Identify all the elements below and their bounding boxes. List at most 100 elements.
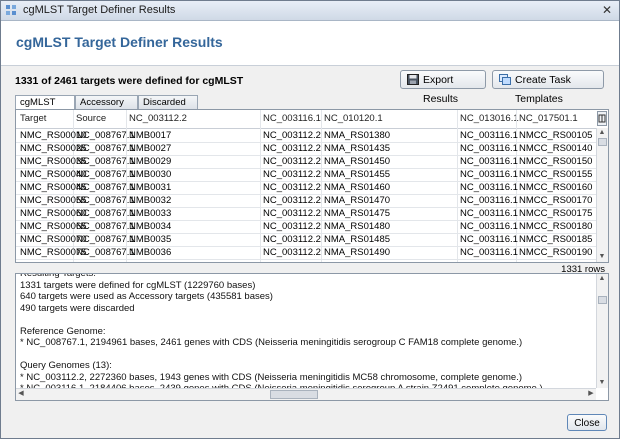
table-cell: NMCC_RS00155 [519,169,593,180]
table-cell: NC_003116.1 [460,156,518,167]
column-header-nc017501[interactable]: NC_017501.1 [519,113,578,124]
scroll-right-icon[interactable]: ▶ [586,389,596,399]
log-vertical-scrollbar[interactable]: ▲ ▼ [596,274,608,388]
disk-icon [407,74,419,85]
table-row[interactable]: NMC_RS00070 NC_008767.1 NMB0035 NC_003112.2… [16,233,596,246]
column-header-nc010120[interactable]: NC_010120.1 [324,113,383,124]
table-cell: NMA_RS01380 [324,130,391,141]
scroll-thumb[interactable] [598,138,607,146]
table-cell: NC_003112.2 [263,169,321,180]
log-line: * NC_008767.1, 2194961 bases, 2461 genes… [20,337,523,348]
table-cell: NMB0033 [129,208,172,219]
scroll-down-icon[interactable]: ▼ [597,378,607,388]
table-row[interactable]: NMC_RS00045 NC_008767.1 NMB0031 NC_003112.2… [16,181,596,194]
columns-icon [598,114,606,123]
table-cell: NC_008767.1 [76,156,135,167]
table-vertical-scrollbar[interactable]: ▲ ▼ [596,128,608,262]
table-cell: NMB0030 [129,169,172,180]
table-cell: NMCC_RS00190 [519,247,593,258]
table-cell: NC_003112.2 [263,156,321,167]
scroll-down-icon[interactable]: ▼ [597,252,607,262]
table-cell: NC_008767.1 [76,195,135,206]
table-cell: NMCC_RS00150 [519,156,593,167]
table-cell: NMB0034 [129,221,172,232]
log-line: 490 targets were discarded [20,302,135,314]
dialog-header: cgMLST Target Definer Results [1,21,619,66]
tab-cgmlst[interactable]: cgMLST (1331) [15,95,75,122]
scroll-left-icon[interactable]: ◀ [16,389,26,399]
table-cell: NC_003116.1 [460,247,518,258]
scroll-up-icon[interactable]: ▲ [597,274,607,284]
table-cell: NMCC_RS00160 [519,182,593,193]
column-header-nc003112[interactable]: NC_003112.2 [129,113,187,124]
table-cell: NMCC_RS00180 [519,221,593,232]
log-line: Resulting Targets: [20,273,96,279]
page-title: cgMLST Target Definer Results [16,34,223,50]
table-cell: NC_003116.1 [460,195,518,206]
results-log[interactable]: Resulting Targets: 1331 targets were defi… [15,273,609,401]
table-cell: NC_003112.2 [263,208,321,219]
scroll-thumb[interactable] [598,296,607,304]
create-task-templates-button[interactable]: Create Task Templates [492,70,604,105]
table-cell: NC_008767.1 [76,221,135,232]
dialog-window: cgMLST Target Definer Results ✕ cgMLST T… [0,0,620,439]
close-button[interactable]: Close [567,414,607,431]
window-close-icon[interactable]: ✕ [599,3,615,17]
export-results-button[interactable]: Export Results [400,70,486,105]
table-cell: NMA_RS01480 [324,221,391,232]
targets-table[interactable]: Target Source NC_003112.2 NC_003116.1 NC… [15,109,609,263]
table-cell: NMA_RS01450 [324,156,391,167]
table-cell: NC_008767.1 [76,182,135,193]
table-cell: NMB0036 [129,247,172,258]
scroll-thumb[interactable] [270,390,318,399]
table-cell: NC_008767.1 [76,130,135,141]
app-icon [6,5,16,15]
scroll-up-icon[interactable]: ▲ [597,128,607,138]
column-header-target[interactable]: Target [20,113,46,124]
table-cell: NMB0031 [129,182,172,193]
log-line: Query Genomes (13): [20,360,112,371]
table-cell: NC_003116.1 [460,221,518,232]
table-cell: NC_008767.1 [76,143,135,154]
create-task-templates-label: Create Task Templates [515,74,571,105]
table-cell: NC_003112.2 [263,130,321,141]
column-chooser-button[interactable] [597,111,607,126]
title-bar[interactable]: cgMLST Target Definer Results ✕ [1,1,619,21]
summary-text: 1331 of 2461 targets were defined for cg… [15,75,244,87]
table-cell: NMCC_RS00140 [519,143,593,154]
table-cell: NC_008767.1 [76,208,135,219]
table-cell: NMA_RS01470 [324,195,391,206]
table-cell: NC_003116.1 [460,169,518,180]
table-cell: NMA_RS01460 [324,182,391,193]
table-cell: NC_003116.1 [460,143,518,154]
column-header-nc013016[interactable]: NC_013016.1 [460,113,519,124]
table-row[interactable]: NMC_RS00010 NC_008767.1 NMB0017 NC_003112.2… [16,129,596,142]
column-header-nc003116[interactable]: NC_003116.1 [263,113,321,124]
table-row[interactable]: NMC_RS00035 NC_008767.1 NMB0029 NC_003112.2… [16,155,596,168]
table-cell: NMB0032 [129,195,172,206]
table-row[interactable]: NMC_RS00040 NC_008767.1 NMB0030 NC_003112.2… [16,168,596,181]
table-cell: NMA_RS01485 [324,234,391,245]
table-cell: NMB0017 [129,130,172,141]
column-header-source[interactable]: Source [76,113,106,124]
table-row[interactable]: NMC_RS00075 NC_008767.1 NMB0036 NC_003112.2… [16,246,596,259]
table-row[interactable]: NMC_RS00055 NC_008767.1 NMB0032 NC_003112.2… [16,194,596,207]
log-line: 640 targets were used as Accessory targe… [20,291,273,302]
table-cell: NMCC_RS00185 [519,234,593,245]
table-row[interactable]: NMC_RS00065 NC_008767.1 NMB0034 NC_003112.2… [16,220,596,233]
table-row[interactable]: NMC_RS00025 NC_008767.1 NMB0027 NC_003112.2… [16,142,596,155]
table-cell: NC_003112.2 [263,143,321,154]
table-cell: NMA_RS01435 [324,143,391,154]
log-horizontal-scrollbar[interactable]: ◀ ▶ [16,388,596,400]
table-row[interactable]: NMC_RS00060 NC_008767.1 NMB0033 NC_003112.2… [16,207,596,220]
table-cell: NC_003116.1 [460,130,518,141]
table-cell: NC_003116.1 [460,234,518,245]
table-cell: NMA_RS01490 [324,247,391,258]
window-title: cgMLST Target Definer Results [23,4,176,16]
tab-discarded[interactable]: Discarded (490) [138,95,198,122]
table-cell: NC_003112.2 [263,195,321,206]
table-cell: NMB0027 [129,143,172,154]
table-cell: NC_003112.2 [263,182,321,193]
export-results-label: Export Results [423,74,459,105]
tab-accessory[interactable]: Accessory (640) [75,95,138,122]
